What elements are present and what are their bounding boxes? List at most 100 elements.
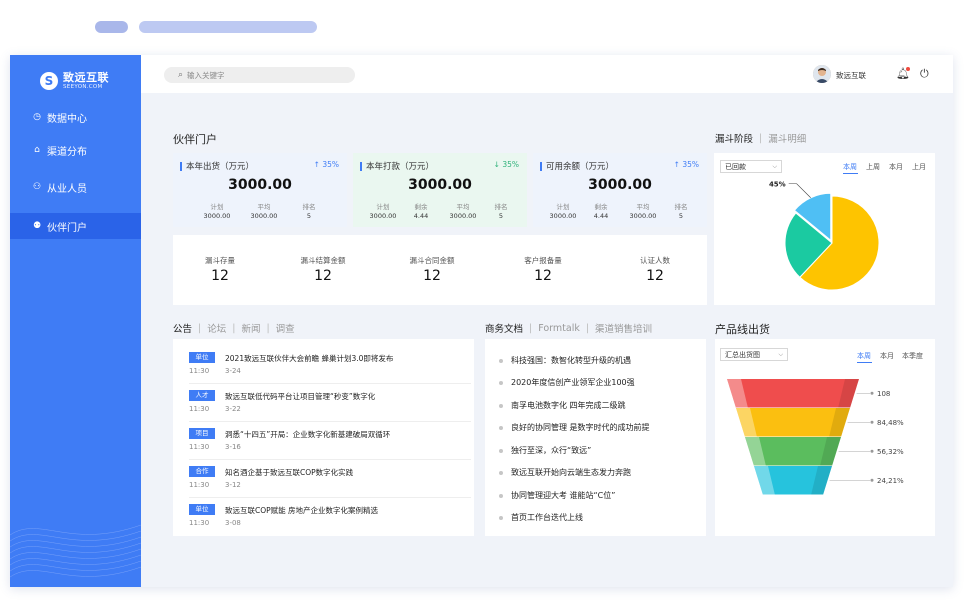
kpi-sub-label: 平均: [456, 203, 470, 211]
shipment-chart-select[interactable]: 汇总出货图 ⌵: [720, 348, 788, 361]
stat-value[interactable]: 12: [278, 268, 368, 284]
announcement-list: 单位 2021致远互联伙伴大会前瞻 蜂巢计划3.0即将发布 11:30 3-24…: [173, 339, 474, 536]
period-last-week[interactable]: 上周: [866, 162, 880, 172]
doc-title: 独行至深，众行“致远”: [511, 446, 592, 455]
tab-separator: |: [585, 322, 590, 334]
sidebar-item-label: 从业人员: [47, 183, 87, 195]
kpi-value: 3000.00: [408, 177, 472, 193]
period-this-month[interactable]: 本月: [889, 162, 903, 172]
tab-business-docs[interactable]: 商务文档: [485, 321, 523, 335]
tab-news[interactable]: 新闻: [241, 321, 260, 335]
section-title-partner-portal: 伙伴门户: [173, 133, 217, 146]
period-this-month[interactable]: 本月: [880, 351, 894, 361]
doc-title: 良好的协同管理 是数字时代的成功前提: [511, 423, 650, 432]
list-item[interactable]: 科技强国：数智化转型升级的机遇: [499, 355, 631, 366]
tab-funnel-detail[interactable]: 漏斗明细: [768, 131, 806, 145]
list-item[interactable]: 南孚电池数字化 四年完成二级跳: [499, 400, 626, 411]
avatar[interactable]: [813, 65, 831, 83]
select-value: 汇总出货图: [725, 350, 760, 359]
announcement-title[interactable]: 知名酒企基于致远互联COP数字化实践: [225, 467, 353, 478]
business-doc-tabs: 商务文档 | Formtalk | 渠道销售培训: [485, 321, 652, 336]
announcement-title[interactable]: 致远互联低代码平台让项目管理“秒变”数字化: [225, 391, 375, 402]
tab-funnel-stage[interactable]: 漏斗阶段: [715, 131, 753, 145]
user-name[interactable]: 致远互联: [836, 70, 866, 81]
stat-value[interactable]: 12: [610, 268, 700, 284]
sidebar-item-practitioners[interactable]: ⚇ 从业人员: [10, 174, 141, 200]
announcement-date: 3-08: [225, 519, 241, 527]
avatar-image: [813, 65, 831, 83]
sidebar-item-channel-distribution[interactable]: ⌂ 渠道分布: [10, 137, 141, 163]
kpi-sub-value: 4.44: [413, 212, 429, 220]
bullet: [499, 493, 503, 498]
announcement-time: 11:30: [189, 367, 210, 375]
bullet: [499, 380, 503, 385]
kpi-title: 本年打款（万元）: [366, 162, 435, 172]
notification-dot: [906, 67, 910, 71]
announcement-date: 3-22: [225, 405, 241, 413]
stat-value[interactable]: 12: [498, 268, 588, 284]
brand-logo[interactable]: S 致远互联 SEEYON.COM: [40, 72, 109, 91]
kpi-value: 3000.00: [588, 177, 652, 193]
funnel-data-label: 84,48%: [877, 419, 904, 427]
funnel-data-label: 56,32%: [877, 448, 904, 456]
kpi-sub-label: 排名: [674, 203, 688, 211]
category-tag: 人才: [189, 390, 215, 401]
paid-status-select[interactable]: 已回款 ⌵: [720, 160, 782, 173]
sidebar-wave-decoration: [10, 524, 141, 578]
kpi-card-balance[interactable]: 可用余额（万元） ↑ 35% 3000.00 计划 剩余 平均 排名 3000.…: [533, 153, 707, 227]
tab-formtalk[interactable]: Formtalk: [538, 323, 580, 334]
app-window: S 致远互联 SEEYON.COM ◷ 数据中心 ⌂ 渠道分布 ⚇ 从业人员 ⚉…: [10, 55, 953, 587]
stat-value[interactable]: 12: [387, 268, 477, 284]
logo-icon: S: [40, 72, 58, 91]
sidebar-item-label: 数据中心: [47, 113, 87, 125]
tab-separator: |: [266, 322, 270, 334]
stat-label: 认证人数: [640, 256, 670, 265]
power-icon[interactable]: ⏻: [920, 67, 929, 81]
period-this-week[interactable]: 本周: [843, 162, 857, 172]
announcement-title[interactable]: 致远互联COP赋能 房地产企业数字化案例精选: [225, 505, 378, 516]
business-doc-list: 科技强国：数智化转型升级的机遇 2020年度信创产业领军企业100强 南孚电池数…: [485, 339, 706, 536]
divider: [189, 421, 471, 422]
kpi-card-payment[interactable]: 本年打款（万元） ↓ 35% 3000.00 计划 剩余 平均 排名 3000.…: [353, 153, 527, 227]
list-item[interactable]: 致远互联开始向云端生态发力奔跑: [499, 467, 631, 478]
category-tag: 项目: [189, 428, 215, 439]
trend-value: 35%: [682, 160, 699, 169]
period-last-month[interactable]: 上月: [912, 162, 926, 172]
sidebar-item-data-center[interactable]: ◷ 数据中心: [10, 104, 141, 130]
announcement-date: 3-16: [225, 443, 241, 451]
tab-announcements[interactable]: 公告: [173, 321, 192, 335]
doc-title: 2020年度信创产业领军企业100强: [511, 378, 635, 387]
list-item[interactable]: 首页工作台迭代上线: [499, 512, 583, 523]
stat-label: 漏斗结算金额: [300, 256, 346, 265]
bullet: [499, 515, 503, 520]
announcement-title[interactable]: 洞悉“十四五”开局：企业数字化新基建破局双循环: [225, 429, 390, 440]
list-item[interactable]: 良好的协同管理 是数字时代的成功前提: [499, 422, 650, 433]
tab-forum[interactable]: 论坛: [207, 321, 226, 335]
tab-survey[interactable]: 调查: [276, 321, 295, 335]
search-input[interactable]: ⌕ 输入关键字: [164, 67, 355, 83]
top-bar: ⌕ 输入关键字 致远互联 🔔︎ ⏻: [141, 55, 953, 93]
stat-value[interactable]: 12: [175, 268, 265, 284]
title-marker: [540, 161, 542, 171]
announcement-time: 11:30: [189, 481, 210, 489]
chevron-down-icon: ⌵: [778, 350, 783, 358]
bullet: [499, 470, 503, 475]
announcement-time: 11:30: [189, 405, 210, 413]
list-item[interactable]: 协同管理迎大考 谁能站“C位”: [499, 490, 615, 501]
arrow-up-icon: ↑: [313, 160, 320, 169]
pie-data-label: 45%: [769, 181, 786, 188]
kpi-card-shipment[interactable]: 本年出货（万元） ↑ 35% 3000.00 计划 平均 排名 3000.00 …: [173, 153, 347, 227]
list-item[interactable]: 2020年度信创产业领军企业100强: [499, 377, 635, 388]
kpi-title: 本年出货（万元）: [186, 162, 255, 172]
funnel-stats-card: 漏斗存量 12 漏斗结算金额 12 漏斗合同金额 12 客户报备量 12 认证人…: [173, 235, 707, 305]
sidebar-item-partner-portal[interactable]: ⚉ 伙伴门户: [10, 213, 141, 239]
doc-title: 南孚电池数字化 四年完成二级跳: [511, 401, 626, 410]
tab-channel-sales-training[interactable]: 渠道销售培训: [595, 321, 652, 335]
brand-name: 致远互联: [63, 71, 109, 84]
window-decoration-pill: [95, 21, 128, 33]
bullet: [499, 358, 503, 363]
period-this-quarter[interactable]: 本季度: [902, 351, 923, 361]
period-this-week[interactable]: 本周: [857, 351, 871, 361]
list-item[interactable]: 独行至深，众行“致远”: [499, 445, 591, 456]
announcement-title[interactable]: 2021致远互联伙伴大会前瞻 蜂巢计划3.0即将发布: [225, 353, 393, 364]
